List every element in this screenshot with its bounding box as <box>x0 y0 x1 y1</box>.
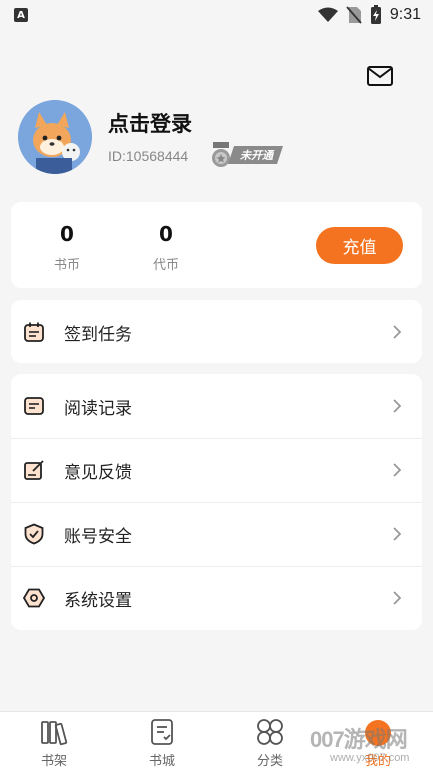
settings-menu-card: 阅读记录 意见反馈 账号安全 系统设置 <box>11 374 422 630</box>
chevron-right-icon <box>393 527 402 541</box>
menu-item-label: 阅读记录 <box>64 398 132 419</box>
vip-medal-icon <box>212 142 230 167</box>
nav-label: 书架 <box>40 754 67 769</box>
menu-item-account-security[interactable]: 账号安全 <box>11 502 422 566</box>
nav-label: 书城 <box>148 754 175 769</box>
vip-badge[interactable]: 未开通 <box>210 142 283 168</box>
menu-item-reading-record[interactable]: 阅读记录 <box>11 374 422 438</box>
chevron-right-icon <box>393 325 402 339</box>
status-right: 9:31 <box>317 5 421 25</box>
wallet-card: 0 书币 0 代币 充值 <box>11 202 422 288</box>
bookshelf-icon <box>41 721 68 746</box>
vip-status-label: 未开通 <box>228 146 283 164</box>
login-prompt[interactable]: 点击登录 <box>108 108 192 138</box>
chevron-right-icon <box>393 399 402 413</box>
nav-tab-bookshelf[interactable]: 书架 <box>24 718 84 770</box>
security-shield-icon <box>24 523 44 545</box>
avatar[interactable] <box>18 100 92 174</box>
voucher-coin-stat[interactable]: 0 代币 <box>126 222 206 273</box>
notification-app-icon: A <box>14 8 28 22</box>
reading-record-icon <box>24 397 44 415</box>
book-coin-value: 0 <box>60 222 74 246</box>
voucher-coin-label: 代币 <box>152 258 179 273</box>
menu-item-feedback[interactable]: 意见反馈 <box>11 438 422 502</box>
book-coin-stat[interactable]: 0 书币 <box>27 222 107 273</box>
wifi-icon <box>317 7 338 22</box>
status-left: A <box>14 8 28 22</box>
book-coin-label: 书币 <box>53 258 80 273</box>
menu-item-system-settings[interactable]: 系统设置 <box>11 566 422 630</box>
watermark-url: www.yx007.com <box>330 752 410 764</box>
category-icon <box>257 719 283 745</box>
calendar-task-icon <box>24 322 44 342</box>
feedback-icon <box>24 460 44 480</box>
chevron-right-icon <box>393 591 402 605</box>
profile-header[interactable]: 点击登录 ID:10568444 未开通 <box>18 100 418 178</box>
bookstore-icon <box>151 719 173 745</box>
sign-in-task-row[interactable]: 签到任务 <box>11 300 422 364</box>
status-bar: A 9:31 <box>0 0 433 30</box>
nav-tab-category[interactable]: 分类 <box>240 718 300 770</box>
status-time: 9:31 <box>389 6 421 23</box>
task-card: 签到任务 <box>11 300 422 363</box>
recharge-button[interactable]: 充值 <box>316 227 403 264</box>
menu-item-label: 系统设置 <box>64 590 132 611</box>
watermark-brand: 007游戏网 <box>310 727 408 752</box>
mail-button[interactable] <box>366 64 394 88</box>
battery-charging-icon <box>370 5 381 24</box>
menu-item-label: 账号安全 <box>64 526 132 547</box>
avatar-illustration-icon <box>18 100 92 174</box>
menu-item-label: 意见反馈 <box>64 462 132 483</box>
nav-label: 分类 <box>256 754 283 769</box>
nav-tab-bookstore[interactable]: 书城 <box>132 718 192 770</box>
sign-in-task-label: 签到任务 <box>64 324 132 345</box>
mail-icon <box>367 66 393 86</box>
user-id: ID:10568444 <box>108 148 189 164</box>
no-sim-icon <box>346 6 362 24</box>
settings-icon <box>23 588 45 608</box>
chevron-right-icon <box>393 463 402 477</box>
voucher-coin-value: 0 <box>159 222 173 246</box>
